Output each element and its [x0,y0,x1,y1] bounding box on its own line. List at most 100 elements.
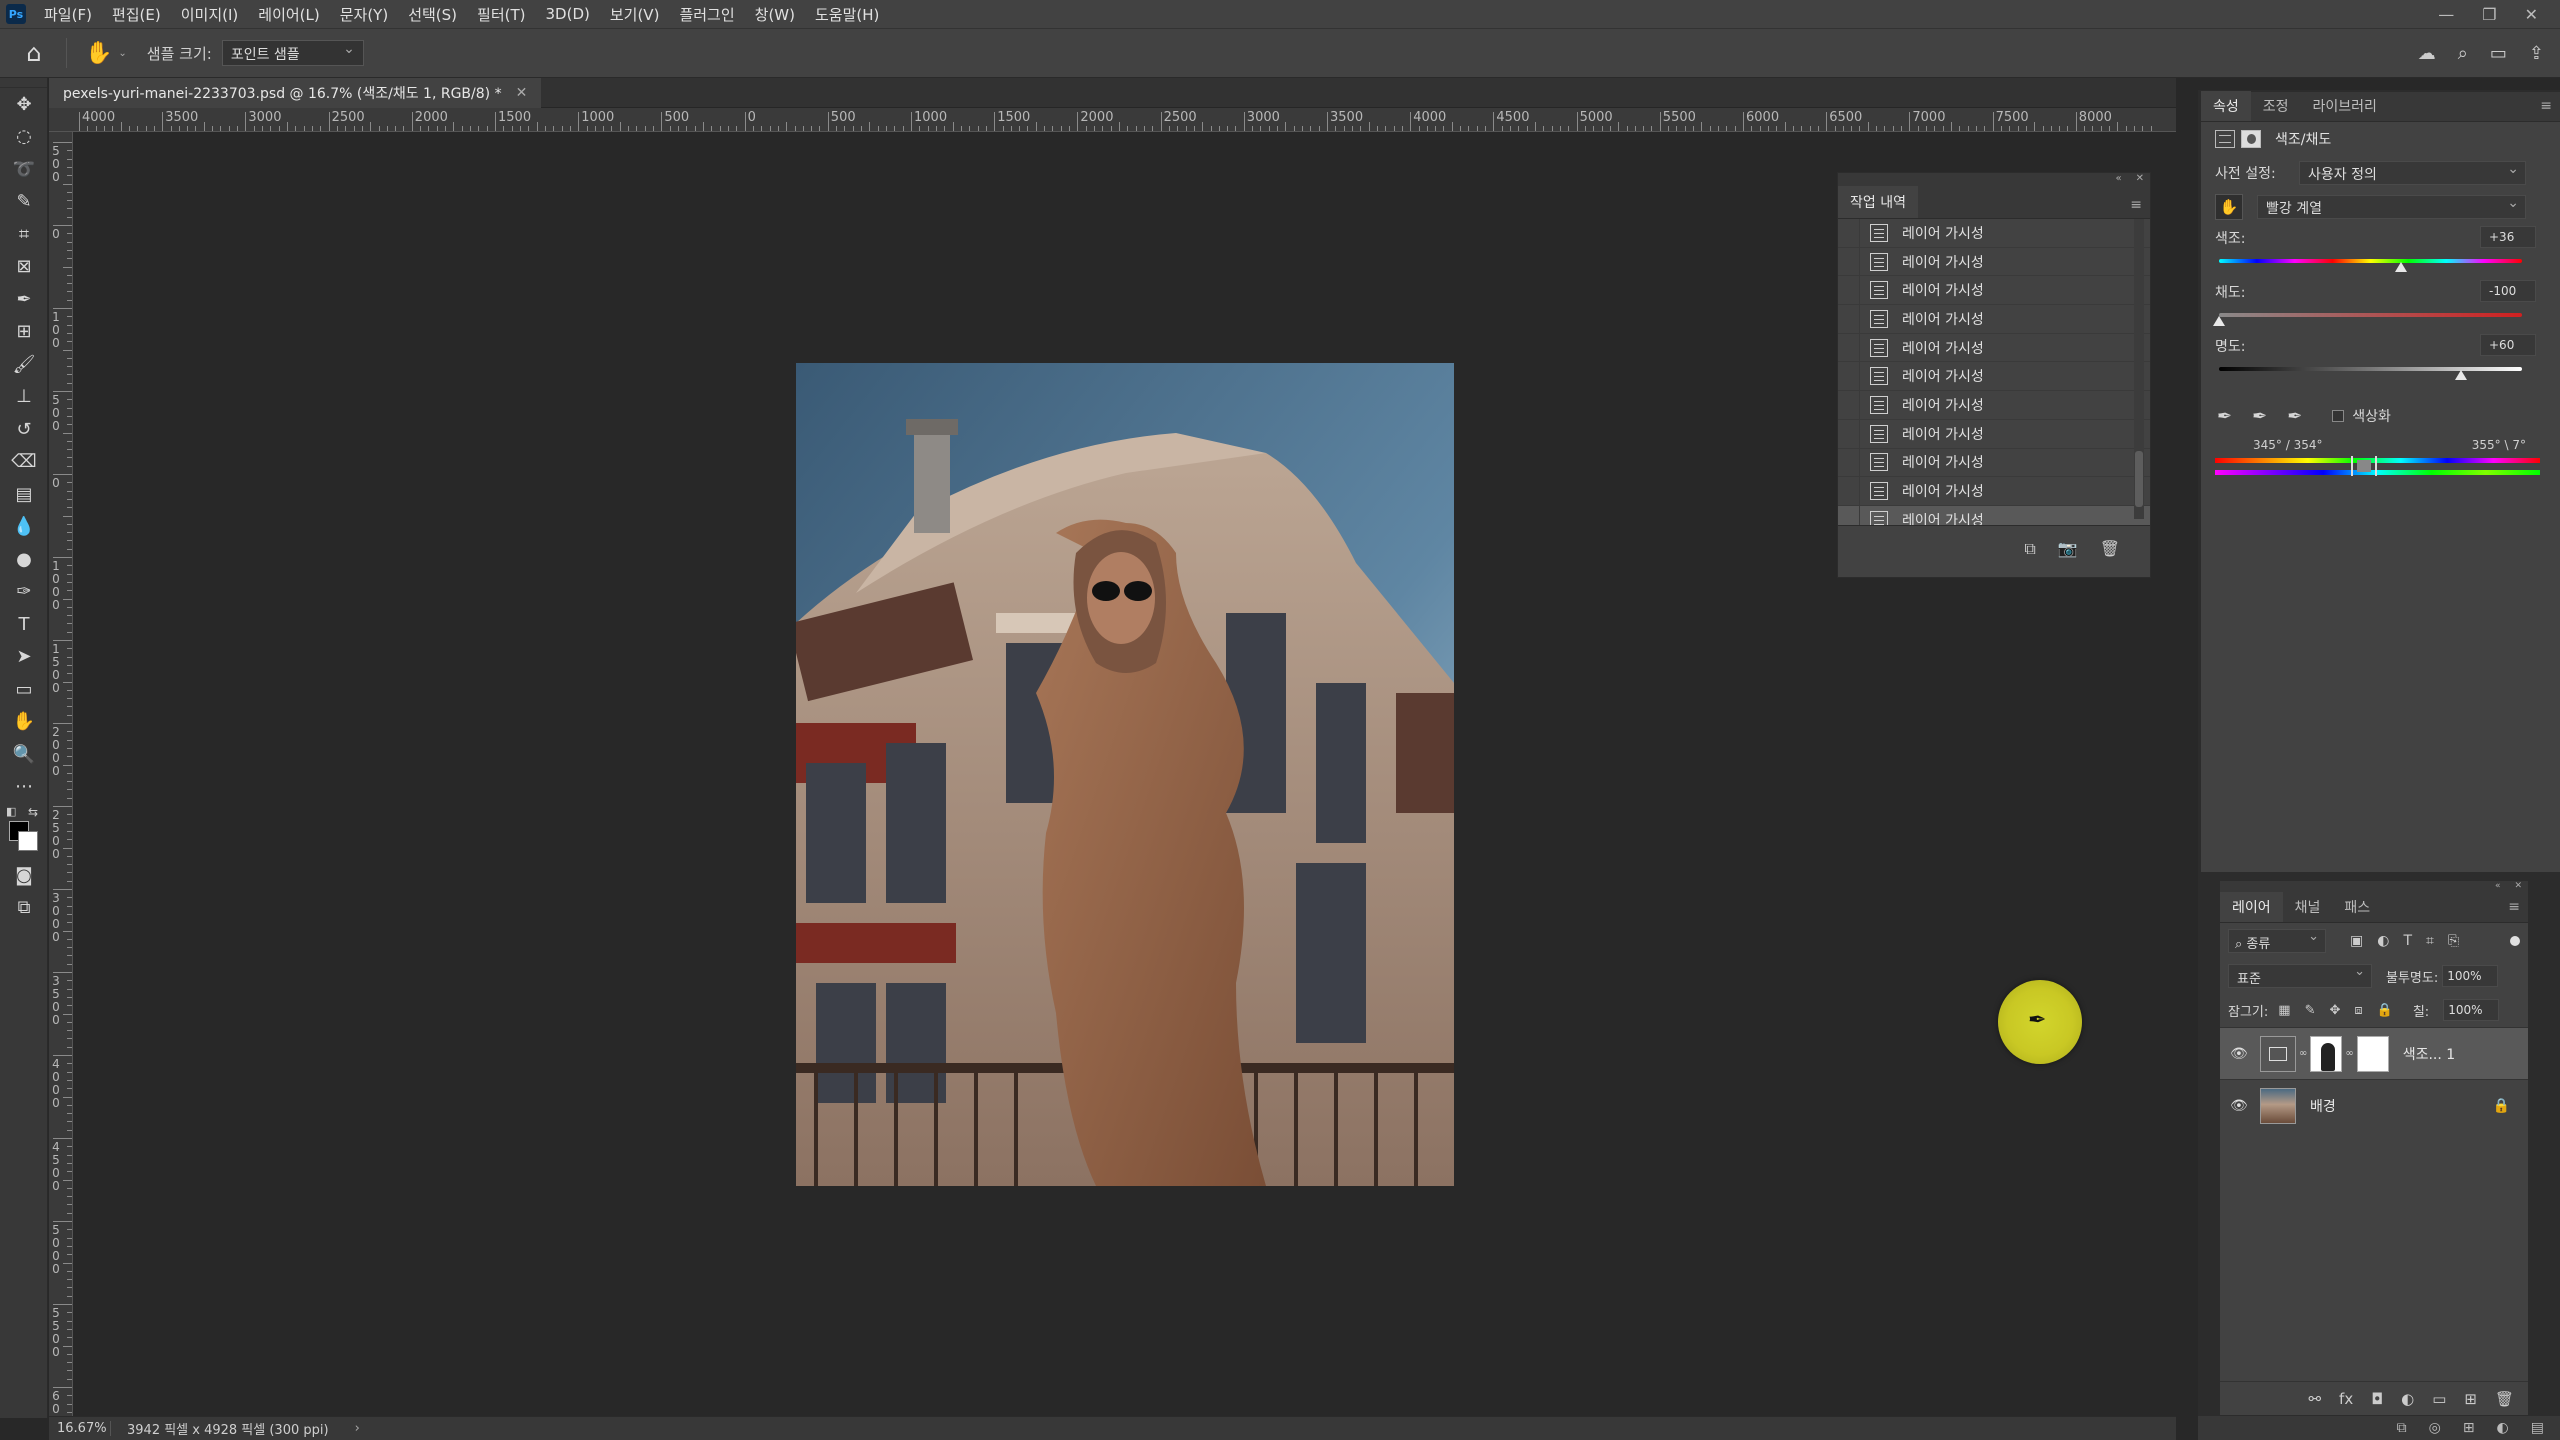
adjustment-thumbnail[interactable] [2260,1035,2296,1072]
panel-menu-icon[interactable]: ≡ [2130,197,2142,213]
close-window-icon[interactable]: ✕ [2525,5,2538,24]
history-item[interactable]: 레이어 가시성 [1838,505,2150,525]
lightness-slider-thumb[interactable] [2455,370,2468,380]
close-panel-icon[interactable]: ✕ [2514,881,2522,893]
history-item[interactable]: 레이어 가시성 [1838,419,2150,449]
path-select-tool-icon[interactable]: ➤ [0,641,48,674]
hue-slider-thumb[interactable] [2394,262,2407,272]
tab-history[interactable]: 작업 내역 [1838,186,1918,218]
saturation-value-input[interactable]: -100 [2480,280,2536,302]
history-state-checkbox[interactable] [1838,419,1860,448]
new-document-from-state-icon[interactable]: ⧉ [2024,539,2035,559]
history-state-checkbox[interactable] [1838,276,1860,305]
menu-layer[interactable]: 레이어(L) [248,4,329,25]
home-icon[interactable]: ⌂ [14,33,54,73]
menu-edit[interactable]: 편집(E) [102,4,171,25]
spot-healing-tool-icon[interactable]: ⊞ [0,316,48,349]
history-item[interactable]: 레이어 가시성 [1838,276,2150,306]
eyedropper-icon[interactable]: ✒ [2217,406,2232,427]
dock-icon-5[interactable]: ▤ [2531,1420,2544,1436]
new-snapshot-icon[interactable]: 📷 [2058,539,2078,558]
history-item[interactable]: 레이어 가시성 [1838,390,2150,420]
filter-smart-icon[interactable]: ⎘ [2448,933,2459,949]
layer-mask-icon[interactable] [2241,130,2261,148]
blend-mode-select[interactable]: 표준 [2228,964,2372,988]
menu-image[interactable]: 이미지(I) [171,4,249,25]
tab-layers[interactable]: 레이어 [2220,892,2283,922]
share-icon[interactable]: ⇪ [2529,43,2544,64]
new-group-icon[interactable]: ▭ [2432,1390,2446,1408]
visibility-eye-icon[interactable]: 👁 [2230,1098,2250,1114]
lock-artboard-icon[interactable]: ⧈ [2354,1003,2362,1018]
eyedropper-tool-icon[interactable]: ✒ [0,283,48,316]
history-state-checkbox[interactable] [1838,333,1860,362]
collapse-icon[interactable]: « [2495,881,2501,893]
type-tool-icon[interactable]: T [0,608,48,641]
layer-row-hue-saturation[interactable]: 👁 ∞ ∞ 색조... 1 [2220,1027,2528,1079]
minimize-icon[interactable]: — [2438,5,2454,24]
menu-help[interactable]: 도움말(H) [805,4,889,25]
quick-mask-icon[interactable]: ◙ [0,859,48,892]
lock-pixels-icon[interactable]: ✎ [2305,1003,2316,1018]
frame-tool-icon[interactable]: ⊠ [0,251,48,284]
lightness-value-input[interactable]: +60 [2480,334,2536,356]
status-chevron-right-icon[interactable]: › [355,1421,360,1436]
saturation-slider-thumb[interactable] [2213,316,2225,326]
hue-value-input[interactable]: +36 [2480,226,2536,248]
blur-tool-icon[interactable]: 💧 [0,511,48,544]
history-state-checkbox[interactable] [1838,219,1860,247]
dock-icon-4[interactable]: ◐ [2497,1420,2509,1436]
menu-3d[interactable]: 3D(D) [536,5,600,23]
menu-window[interactable]: 창(W) [745,4,805,25]
move-tool-icon[interactable]: ✥ [0,88,48,121]
filter-pixel-icon[interactable]: ▣ [2350,933,2363,949]
eyedropper-minus-icon[interactable]: ✒ [2287,406,2302,427]
workspace-icon[interactable]: ▭ [2490,43,2507,64]
tab-adjustments[interactable]: 조정 [2251,91,2301,121]
history-state-checkbox[interactable] [1838,390,1860,419]
add-mask-icon[interactable]: ◘ [2371,1390,2383,1408]
document-tab[interactable]: pexels-yuri-manei-2233703.psd @ 16.7% (색… [49,78,542,108]
menu-filter[interactable]: 필터(T) [467,4,535,25]
dock-icon-1[interactable]: ⧉ [2397,1420,2407,1436]
toolbox-grip[interactable] [0,78,47,88]
history-item[interactable]: 레이어 가시성 [1838,448,2150,478]
scrollbar-thumb[interactable] [2135,451,2143,507]
menu-type[interactable]: 문자(Y) [330,4,398,25]
filter-shape-icon[interactable]: ⌗ [2426,933,2434,949]
more-tools-icon[interactable]: ⋯ [0,771,48,804]
new-adjustment-icon[interactable]: ◐ [2401,1390,2414,1408]
ruler-horizontal[interactable]: 4000 3500 3000 2500 2000 1500 1000 500 0 500 1000 1… [49,108,2176,132]
background-color-swatch[interactable] [18,831,38,851]
hand-tool-icon[interactable]: ✋ [85,41,112,66]
menu-plugins[interactable]: 플러그인 [669,4,744,25]
tab-paths[interactable]: 패스 [2332,892,2382,922]
visibility-eye-icon[interactable]: 👁 [2230,1046,2250,1062]
preset-select[interactable]: 사용자 정의 [2299,161,2526,185]
ruler-vertical[interactable]: 5 0 0 0 1 0 0 5 0 0 0 1 0 0 0 1 5 0 0 2 0 0 0 2 … [49,132,73,1416]
document-image[interactable] [796,363,1454,1186]
history-scrollbar[interactable] [2134,219,2144,519]
layer-lock-icon[interactable]: 🔒 [2493,1098,2510,1114]
default-colors-icon[interactable]: ◧ [6,805,16,818]
history-state-checkbox[interactable] [1838,448,1860,477]
gradient-tool-icon[interactable]: ▤ [0,478,48,511]
history-item[interactable]: 레이어 가시성 [1838,333,2150,363]
swap-colors-icon[interactable]: ⇆ [28,805,38,819]
eyedropper-plus-icon[interactable]: ✒ [2252,406,2267,427]
delete-layer-icon[interactable]: 🗑 [2495,1390,2514,1408]
adjustment-layer-icon[interactable] [2215,130,2235,148]
tab-channels[interactable]: 채널 [2283,892,2333,922]
fill-input[interactable]: 100% [2443,999,2500,1021]
chain-link-icon[interactable]: ∞ [2345,1048,2353,1059]
history-state-checkbox[interactable] [1838,505,1860,525]
layer-name[interactable]: 배경 [2310,1096,2336,1116]
panel-menu-icon[interactable]: ≡ [2540,98,2552,114]
opacity-input[interactable]: 100% [2442,965,2499,987]
chain-link-icon[interactable]: ∞ [2299,1048,2307,1059]
dodge-tool-icon[interactable]: ● [0,543,48,576]
tab-libraries[interactable]: 라이브러리 [2301,91,2389,121]
history-brush-tool-icon[interactable]: ↺ [0,413,48,446]
history-item[interactable]: 레이어 가시성 [1838,247,2150,277]
crop-tool-icon[interactable]: ⌗ [0,218,48,251]
